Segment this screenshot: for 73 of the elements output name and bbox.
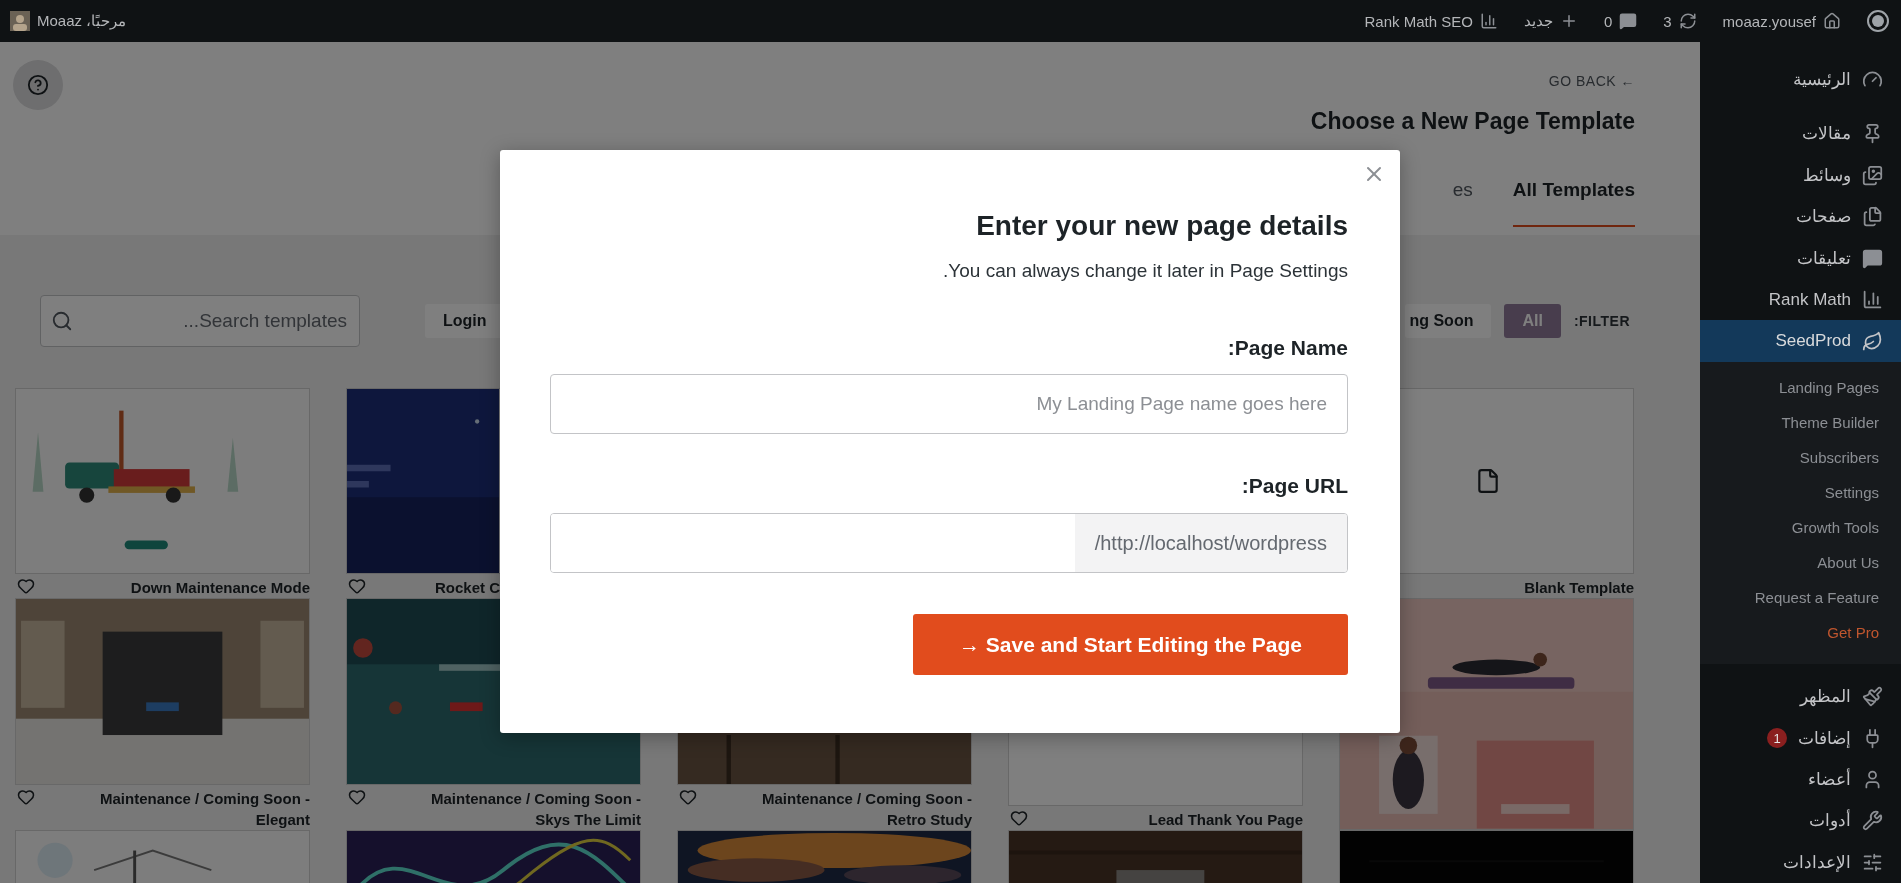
chart-icon xyxy=(1479,12,1498,30)
url-prefix: /http://localhost/wordpress xyxy=(1074,514,1347,572)
heart-icon[interactable] xyxy=(17,788,35,806)
tab[interactable]: es xyxy=(1452,179,1473,227)
dialog-subtitle: .You can always change it later in Page Settings xyxy=(943,260,1348,282)
count-badge: 1 xyxy=(1767,728,1787,749)
admin-bar-item[interactable]: Rank Math SEO xyxy=(1364,12,1498,30)
input-field[interactable]: My Landing Page name goes here xyxy=(550,374,1348,434)
template-title: Down Maintenance Mode xyxy=(130,578,310,598)
go-back-link[interactable]: GO BACK ← xyxy=(1548,73,1635,89)
field-label: :Page Name xyxy=(1227,336,1348,360)
submenu-item[interactable]: About Us xyxy=(1700,544,1901,580)
home-icon xyxy=(1823,12,1841,30)
admin-bar-item[interactable]: 3 xyxy=(1663,12,1697,30)
filter-button[interactable]: ng Soon xyxy=(1405,304,1492,338)
filter-label: :FILTER xyxy=(1573,313,1630,329)
admin-bar-item[interactable]: moaaz.yousef xyxy=(1722,12,1841,30)
comment-icon xyxy=(1862,247,1883,269)
save-button[interactable]: → Save and Start Editing the Page xyxy=(913,614,1348,675)
sidebar-item[interactable]: Rank Math xyxy=(1700,279,1901,321)
sidebar-item[interactable]: أعضاء xyxy=(1700,758,1901,801)
sidebar-item[interactable]: الرئيسية xyxy=(1700,59,1901,101)
admin-bar-item[interactable]: جديد xyxy=(1523,12,1578,30)
url-field[interactable]: /http://localhost/wordpress xyxy=(550,513,1348,573)
submenu-item[interactable]: Landing Pages xyxy=(1700,369,1901,405)
template-title: Blank Template xyxy=(1524,578,1634,598)
sidebar-item[interactable]: مقالات xyxy=(1700,113,1901,155)
heart-icon[interactable] xyxy=(1010,809,1028,827)
submenu-item[interactable]: Request a Feature xyxy=(1700,579,1901,615)
heart-icon[interactable] xyxy=(679,788,697,806)
submenu-item[interactable]: Theme Builder xyxy=(1700,404,1901,440)
template-title: Rocket C xyxy=(434,578,500,598)
help-button[interactable] xyxy=(13,60,63,110)
search-icon xyxy=(51,310,73,332)
admin-bar-item[interactable]: 0 xyxy=(1603,12,1638,30)
paintbrush-icon xyxy=(1862,686,1883,708)
sidebar-item[interactable]: صفحات xyxy=(1700,196,1901,238)
search-input[interactable]: ...Search templates xyxy=(81,309,349,333)
heart-icon[interactable] xyxy=(348,788,366,806)
template-title: Lead Thank You Page xyxy=(1148,810,1303,830)
submenu-item[interactable]: Get Pro xyxy=(1700,614,1901,650)
dialog-title: Enter your new page details xyxy=(976,210,1348,242)
tab[interactable]: All Templates xyxy=(1512,179,1635,227)
sidebar-item[interactable]: SeedProd xyxy=(1700,320,1901,362)
sidebar-item[interactable]: المظهر xyxy=(1700,675,1901,718)
submenu-item[interactable]: Settings xyxy=(1700,474,1901,510)
wrench-icon xyxy=(1862,810,1883,832)
sidebar-item[interactable]: أدوات xyxy=(1700,800,1901,842)
comment-icon xyxy=(1619,12,1638,30)
pages-icon xyxy=(1862,206,1883,228)
file-icon xyxy=(1475,468,1501,494)
page-title: Choose a New Page Template xyxy=(1310,108,1635,135)
submenu-item[interactable]: Growth Tools xyxy=(1700,509,1901,545)
heart-icon[interactable] xyxy=(17,577,35,595)
sliders-icon xyxy=(1862,851,1883,873)
logo-icon[interactable] xyxy=(1867,10,1889,32)
leaf-icon xyxy=(1862,330,1883,352)
template-title: Maintenance / Coming Soon - Retro Study xyxy=(761,789,972,830)
sidebar-item[interactable]: وسائط xyxy=(1700,154,1901,197)
heart-icon[interactable] xyxy=(348,577,366,595)
sidebar-item[interactable]: الإعدادات xyxy=(1700,841,1901,883)
field-label: :Page URL xyxy=(1241,474,1348,498)
images-icon xyxy=(1862,164,1883,186)
search-field[interactable]: ...Search templates xyxy=(40,295,360,347)
template-title: Maintenance / Coming Soon - Skys The Limit xyxy=(430,789,641,830)
template-title: Maintenance / Coming Soon - Elegant xyxy=(99,789,310,830)
chart-icon xyxy=(1862,289,1883,311)
help-icon[interactable] xyxy=(27,74,49,96)
user-greeting[interactable]: مرحبًا، Moaaz xyxy=(10,11,127,31)
refresh-icon xyxy=(1678,12,1697,30)
avatar-icon xyxy=(10,11,30,31)
sidebar-item[interactable]: تعليقات xyxy=(1700,237,1901,279)
submenu-item[interactable]: Subscribers xyxy=(1700,439,1901,475)
